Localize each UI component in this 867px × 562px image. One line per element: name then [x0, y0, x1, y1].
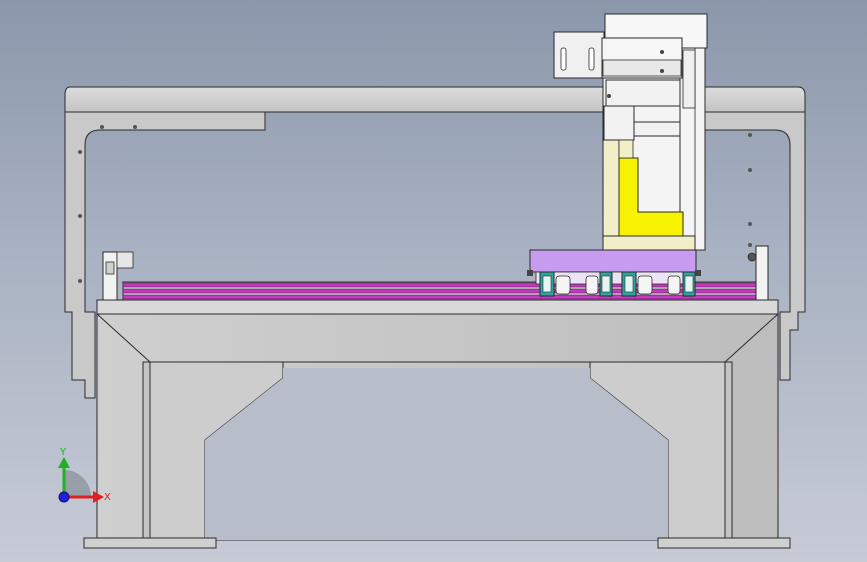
z-axis-module	[553, 13, 708, 251]
x-axis-label: X	[104, 492, 111, 503]
cream-upright-plate	[602, 139, 620, 237]
left-foot-plate	[83, 537, 217, 549]
gantry-assembly-drawing: Y X	[58, 13, 806, 549]
machine-base-frame	[83, 299, 791, 549]
table-top-plate	[96, 299, 779, 315]
center-opening	[205, 368, 668, 540]
cream-base-block	[602, 235, 696, 251]
y-axis-label: Y	[59, 447, 67, 458]
linear-rail	[122, 281, 764, 301]
carriage-plate	[529, 249, 697, 273]
base-arch-right-leg	[724, 361, 733, 541]
base-arch-left-leg	[142, 361, 151, 541]
right-foot-plate	[657, 537, 791, 549]
z-axis-dot	[58, 491, 70, 503]
cad-viewport[interactable]: Y X	[0, 0, 867, 562]
